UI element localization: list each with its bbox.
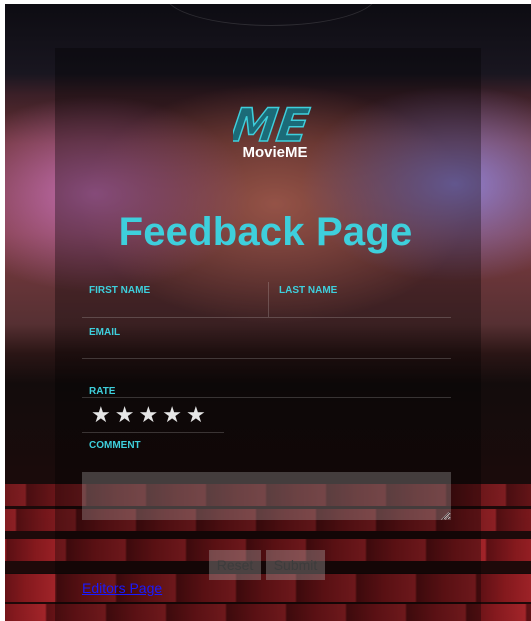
last-name-field[interactable] — [269, 299, 451, 318]
stars-underline — [82, 432, 224, 433]
star-icon[interactable]: ★ — [186, 404, 206, 428]
comment-textarea[interactable] — [82, 472, 451, 520]
star-icon[interactable]: ★ — [91, 404, 111, 428]
rating-stars[interactable]: ★ ★ ★ ★ ★ — [91, 404, 206, 428]
resize-grip-icon[interactable] — [441, 512, 449, 520]
comment-label: COMMENT — [89, 440, 141, 451]
first-name-field[interactable] — [82, 299, 268, 318]
rate-label: RATE — [89, 386, 116, 397]
brand-name: MovieME — [242, 144, 308, 161]
email-field[interactable] — [82, 340, 451, 359]
email-label: EMAIL — [89, 327, 121, 338]
editors-page-link[interactable]: Editors Page — [82, 580, 162, 596]
submit-button[interactable]: Submit — [266, 550, 325, 580]
logo-text: ME — [233, 98, 312, 147]
star-icon[interactable]: ★ — [162, 404, 182, 428]
ceiling-arc — [165, 4, 377, 26]
last-name-label: LAST NAME — [279, 285, 338, 296]
first-name-label: FIRST NAME — [89, 285, 151, 296]
page-title: Feedback Page — [118, 210, 413, 254]
star-icon[interactable]: ★ — [115, 404, 135, 428]
reset-button[interactable]: Reset — [209, 550, 261, 580]
movieme-logo: ME — [233, 97, 313, 147]
star-icon[interactable]: ★ — [138, 404, 158, 428]
rate-divider — [82, 397, 451, 398]
